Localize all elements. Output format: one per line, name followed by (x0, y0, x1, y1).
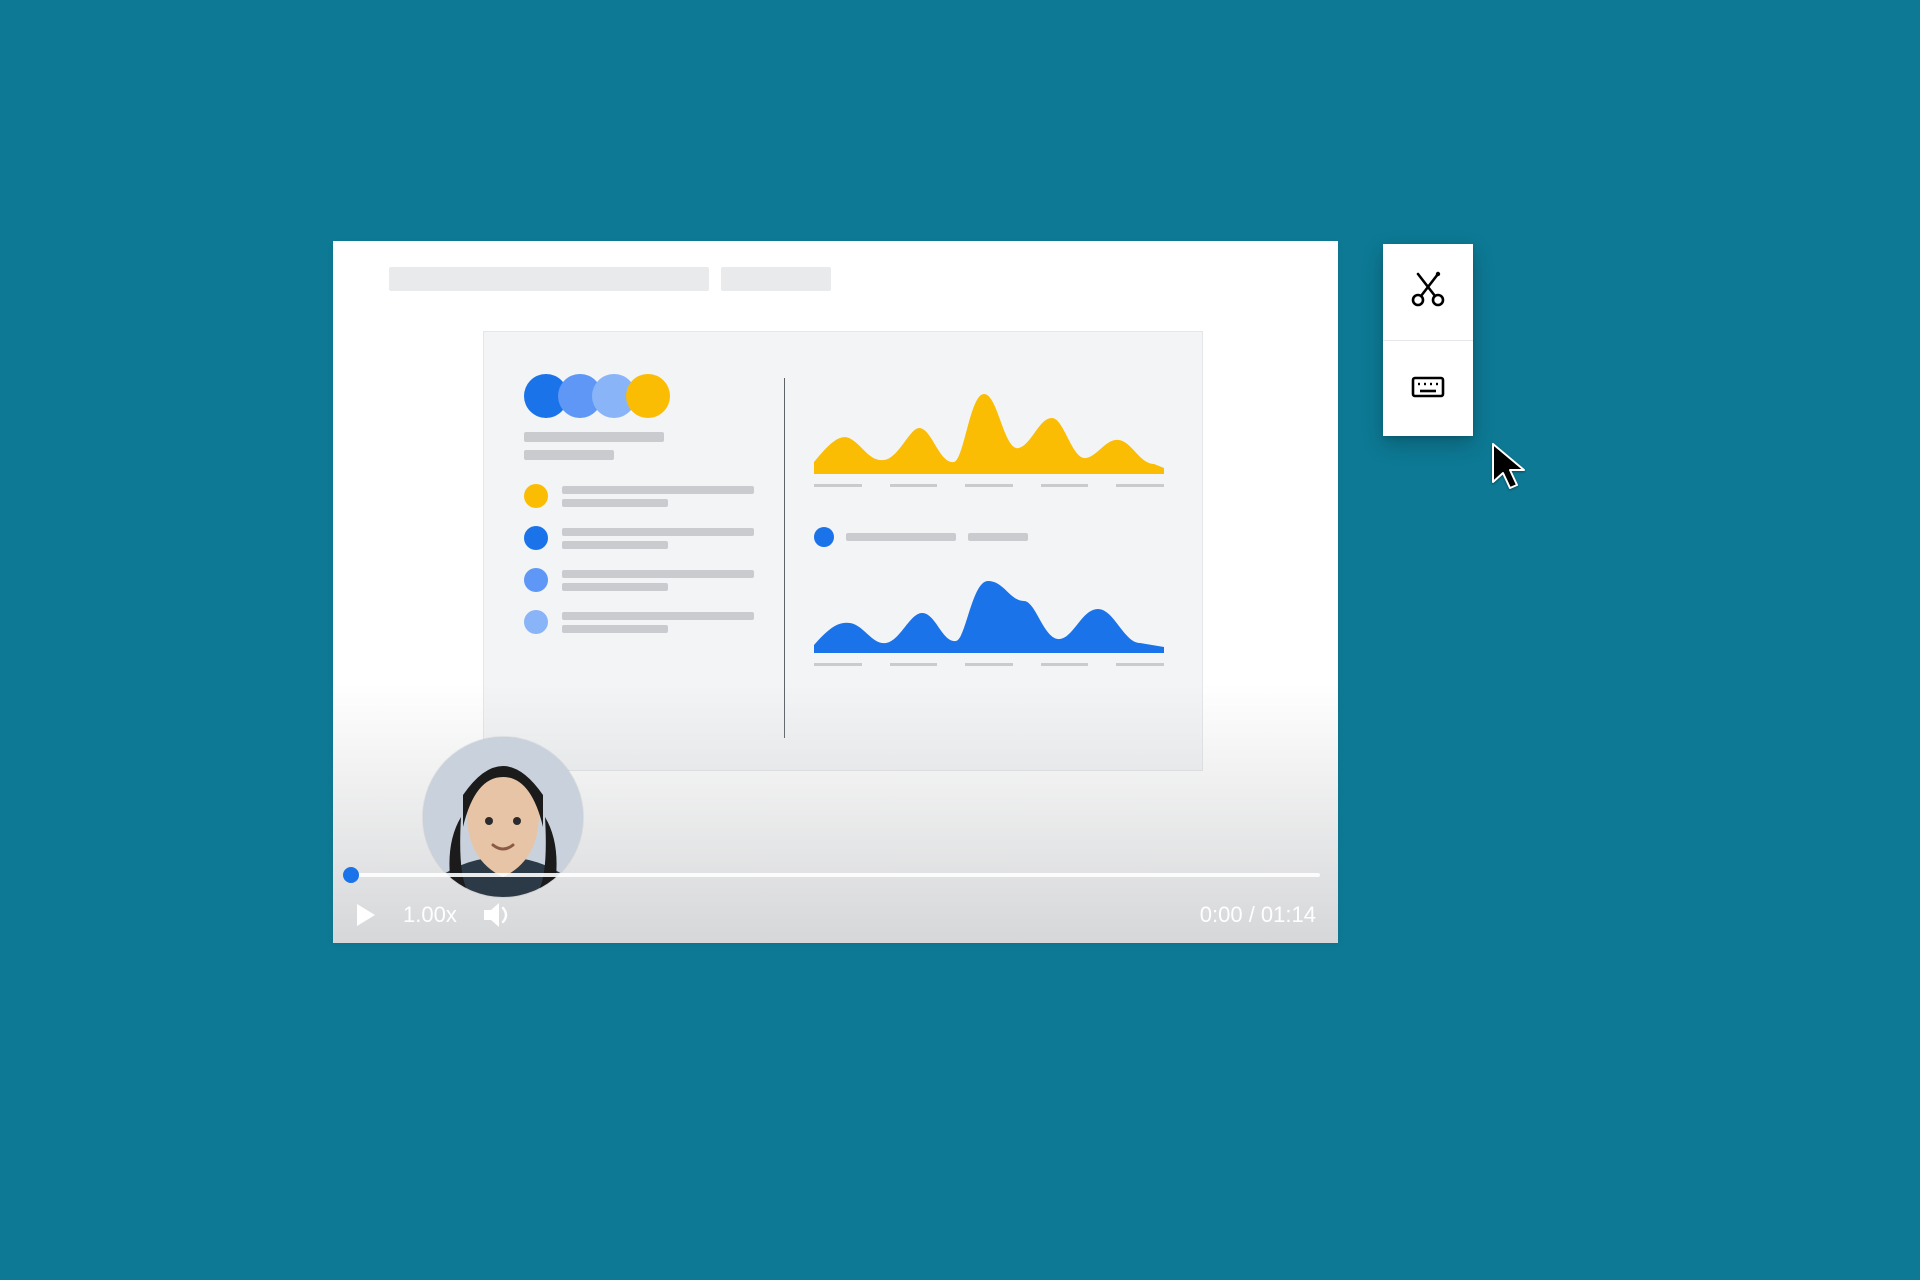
playback-controls: 1.00x 0:00 / 01:14 (333, 887, 1338, 943)
legend-item (524, 610, 754, 634)
chart-axis-ticks (814, 484, 1164, 487)
scissors-icon (1408, 270, 1448, 315)
title-placeholder (389, 267, 831, 291)
chart-axis-ticks (814, 663, 1164, 666)
volume-button[interactable] (483, 902, 513, 928)
chart-blue-legend (814, 527, 1164, 547)
video-player: 1.00x 0:00 / 01:14 (333, 241, 1338, 943)
progress-knob[interactable] (343, 867, 359, 883)
playback-speed[interactable]: 1.00x (403, 902, 457, 928)
play-button[interactable] (355, 903, 377, 927)
header-dots (524, 374, 754, 418)
slide-left-column (524, 374, 754, 652)
legend-item (524, 568, 754, 592)
slide-right-column (814, 374, 1164, 666)
slide-divider (784, 378, 785, 738)
time-display: 0:00 / 01:14 (1200, 902, 1316, 928)
legend-item (524, 526, 754, 550)
trim-button[interactable] (1383, 244, 1473, 340)
presentation-slide (483, 331, 1203, 771)
progress-bar[interactable] (351, 873, 1320, 877)
chart-yellow (814, 374, 1164, 474)
tool-panel (1383, 244, 1473, 436)
mouse-cursor-icon (1490, 442, 1532, 494)
chart-blue (814, 563, 1164, 653)
slide-legend (524, 484, 754, 634)
transcript-button[interactable] (1383, 340, 1473, 436)
keyboard-icon (1408, 366, 1448, 411)
legend-item (524, 484, 754, 508)
